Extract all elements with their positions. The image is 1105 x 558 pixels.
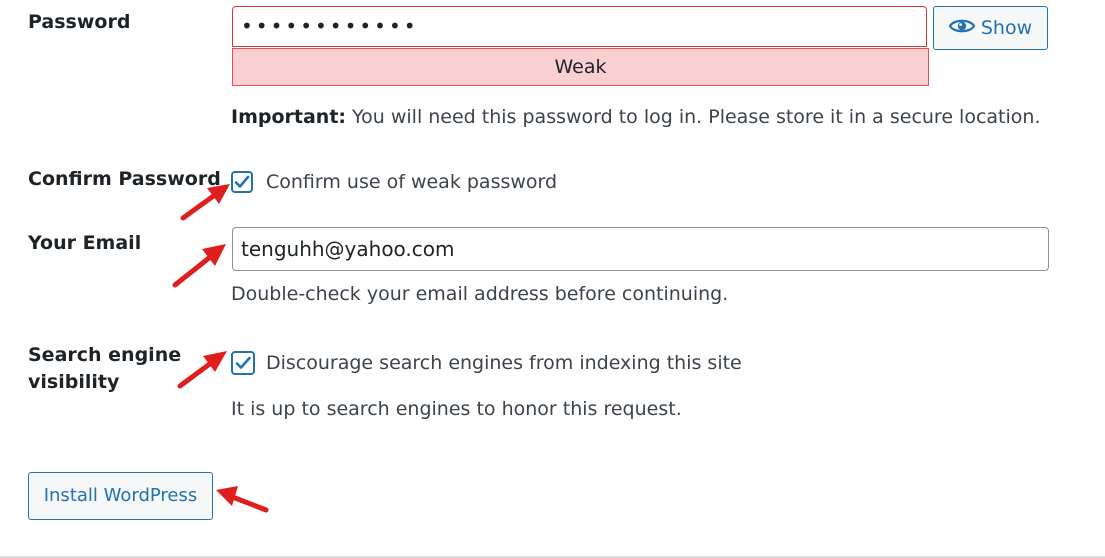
password-important-note: Important: You will need this password t…: [231, 104, 1040, 130]
email-label: Your Email: [28, 232, 142, 254]
important-text: You will need this password to log in. P…: [346, 106, 1041, 128]
email-hint: Double-check your email address before c…: [231, 283, 729, 305]
search-visibility-hint: It is up to search engines to honor this…: [231, 398, 682, 420]
wordpress-install-form: Password •••••••••••• Weak Show Importan…: [0, 0, 1105, 558]
password-strength-indicator: Weak: [232, 48, 929, 86]
search-visibility-label-line2: visibility: [28, 371, 120, 393]
annotation-arrow-icon: [177, 351, 227, 389]
email-input[interactable]: tenguhh@yahoo.com: [232, 227, 1049, 271]
discourage-search-engines-label[interactable]: Discourage search engines from indexing …: [266, 350, 742, 376]
password-input[interactable]: ••••••••••••: [232, 6, 927, 47]
password-label: Password: [28, 11, 131, 33]
confirm-weak-password-label[interactable]: Confirm use of weak password: [266, 169, 557, 195]
show-password-button[interactable]: Show: [933, 6, 1048, 50]
important-prefix: Important:: [231, 106, 347, 128]
checkmark-icon: [235, 356, 251, 369]
annotation-arrow-icon: [172, 244, 226, 288]
install-wordpress-button[interactable]: Install WordPress: [28, 472, 213, 520]
discourage-search-engines-checkbox[interactable]: [231, 351, 255, 375]
annotation-arrow-icon: [180, 184, 230, 221]
show-password-label: Show: [980, 17, 1033, 39]
annotation-arrow-icon: [216, 486, 269, 513]
search-visibility-label-line1: Search engine: [28, 344, 182, 366]
eye-icon: [948, 17, 976, 40]
